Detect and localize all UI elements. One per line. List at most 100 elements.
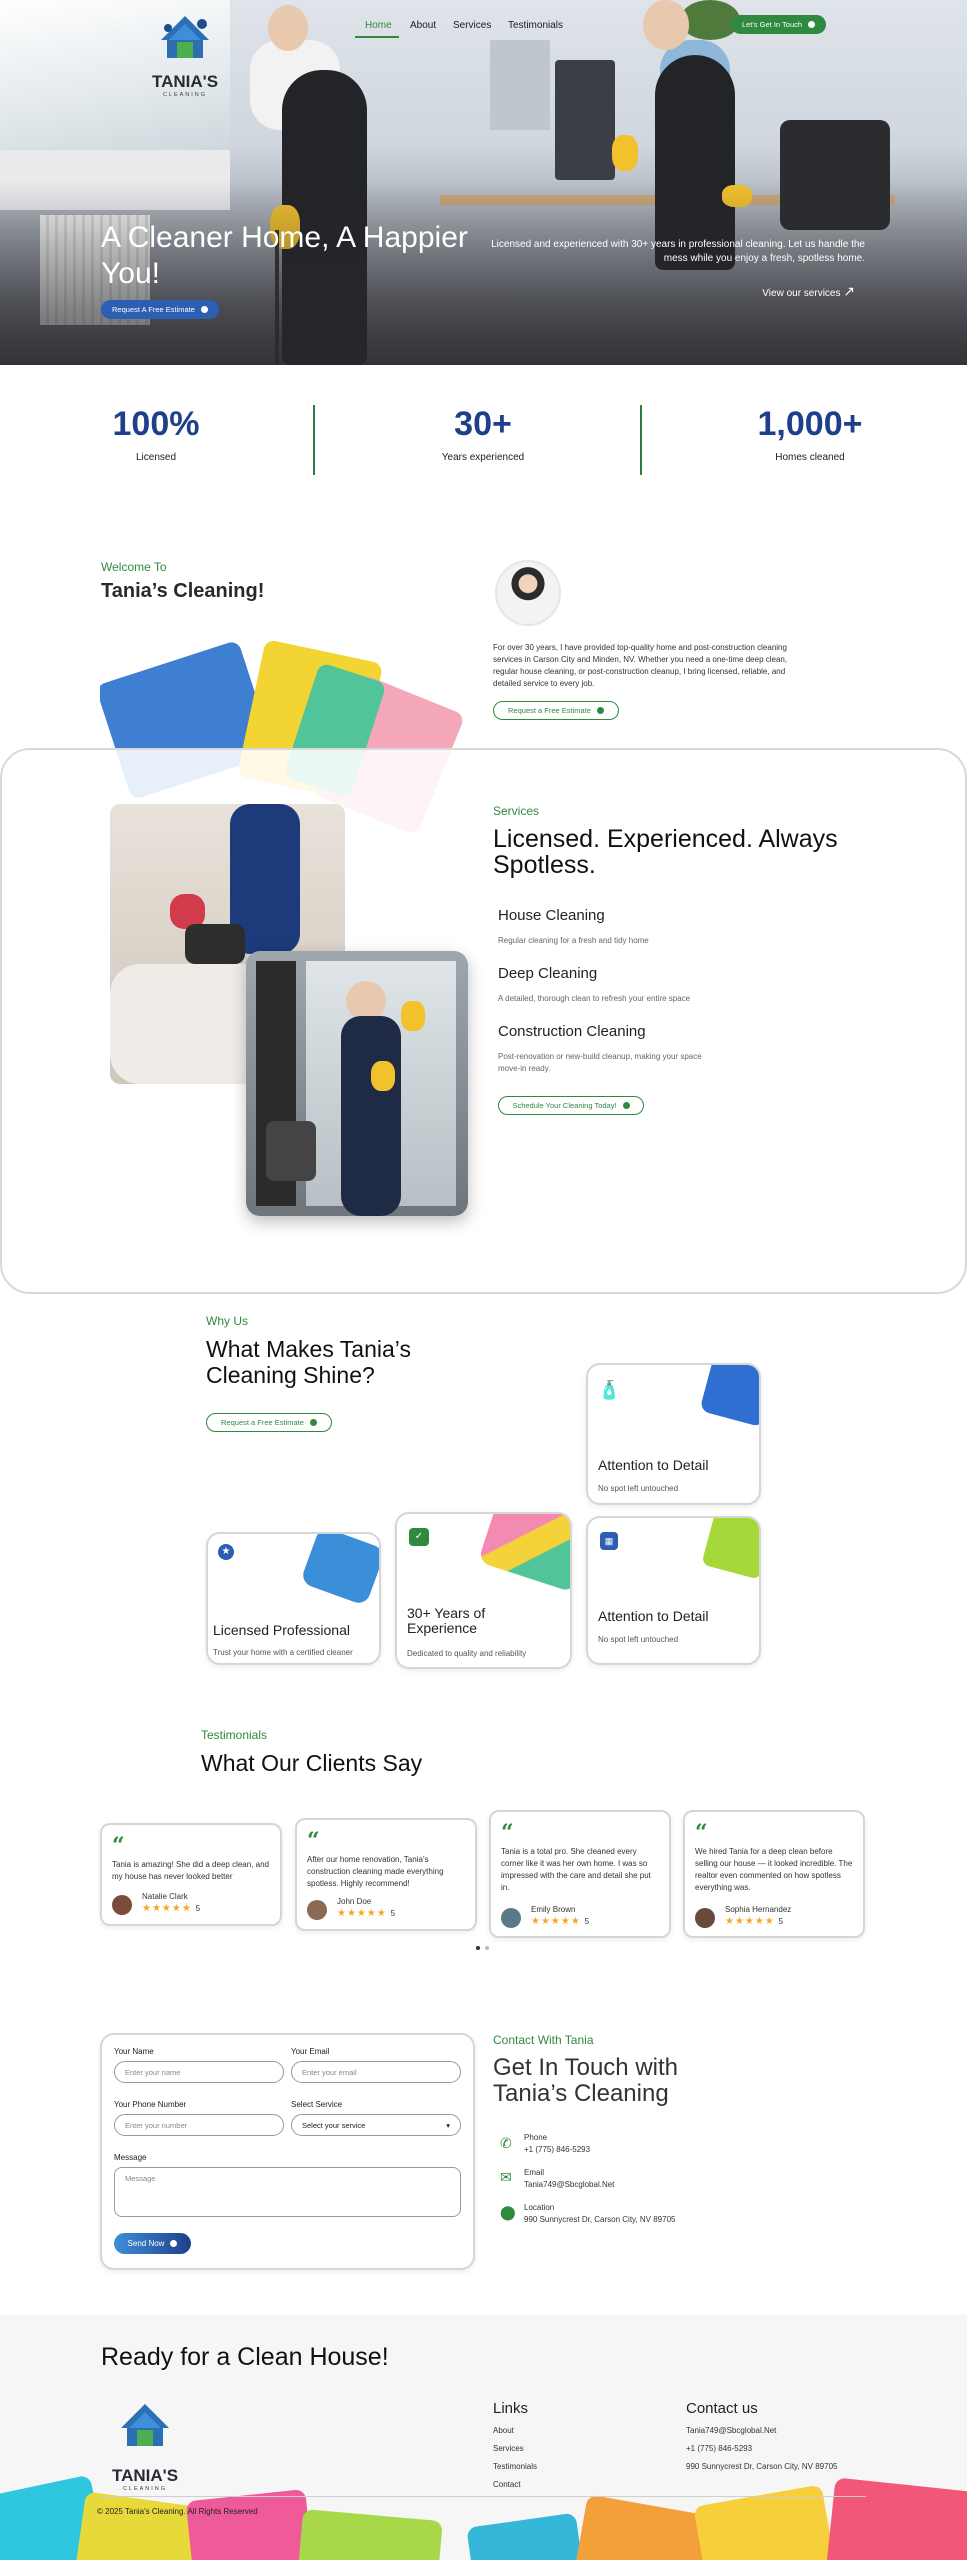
testimonial-text: Tania is amazing! She did a deep clean, … [112, 1860, 269, 1881]
feature-card: ✓ 30+ Years of Experience Dedicated to q… [395, 1512, 572, 1669]
stat-label-homes: Homes cleaned [775, 452, 845, 463]
feature-card: 🧴 Attention to Detail No spot left untou… [586, 1363, 761, 1505]
get-in-touch-button[interactable]: Let's Get In Touch [731, 15, 826, 34]
phone-input[interactable]: Enter your number [114, 2114, 284, 2136]
footer-brand-name: TANIA'S [111, 2466, 179, 2485]
nav-about[interactable]: About [410, 20, 436, 31]
rating-value: 5 [195, 1904, 202, 1913]
nav-home[interactable]: Home [365, 20, 392, 31]
service-title-deep: Deep Cleaning [498, 965, 598, 982]
nav-services[interactable]: Services [453, 20, 491, 31]
email-value[interactable]: Tania749@Sbcglobal.Net [524, 2179, 614, 2191]
feature-desc: Dedicated to quality and reliability [407, 1649, 527, 1658]
contact-form: Your Name Enter your name Your Email Ent… [100, 2033, 475, 2270]
footer-logo[interactable] [115, 2400, 175, 2460]
rating-value: 5 [390, 1909, 397, 1918]
hero-section: TANIA'S CLEANING Home About Services Tes… [0, 0, 967, 365]
cloth-image [299, 1534, 379, 1607]
avatar [695, 1908, 715, 1928]
service-title-construction: Construction Cleaning [498, 1023, 646, 1040]
send-now-label: Send Now [127, 2239, 165, 2248]
star-rating: ★★★★★ 5 [725, 1916, 785, 1927]
star-rating: ★★★★★ 5 [142, 1903, 202, 1914]
footer-contact-title: Contact us [686, 2400, 758, 2417]
service-desc-deep: A detailed, thorough clean to refresh yo… [498, 994, 691, 1003]
services-eyebrow: Services [493, 804, 540, 818]
footer-divider [100, 2496, 866, 2497]
nav-testimonials[interactable]: Testimonials [508, 20, 563, 31]
name-label: Your Name [114, 2047, 154, 2056]
view-services-link[interactable]: View our services ↗ [700, 283, 855, 300]
star-rating: ★★★★★ 5 [337, 1908, 397, 1919]
testimonial-name: Emily Brown [531, 1905, 576, 1914]
footer-links-title: Links [493, 2400, 529, 2417]
service-select[interactable]: Select your service ▾ [291, 2114, 461, 2136]
get-in-touch-label: Let's Get In Touch [741, 20, 803, 29]
quote-icon: “ [501, 1820, 514, 1846]
service-title-house: House Cleaning [498, 907, 605, 924]
name-input[interactable]: Enter your name [114, 2061, 284, 2083]
message-label: Message [114, 2153, 147, 2162]
footer-link-testimonials[interactable]: Testimonials [493, 2461, 537, 2473]
arrow-dot-icon [200, 306, 208, 313]
arrow-up-right-icon: ↗ [843, 283, 855, 299]
email-heading: Email [524, 2168, 545, 2177]
brand-sub: CLEANING [162, 92, 208, 98]
testimonials-title: What Our Clients Say [201, 1750, 423, 1776]
message-textarea[interactable]: Message [114, 2167, 461, 2217]
footer-link-services[interactable]: Services [493, 2443, 524, 2455]
testimonial-text: After our home renovation, Tania’s const… [307, 1855, 444, 1888]
contact-title: Get In Touch with Tania’s Cleaning [493, 2054, 678, 2107]
footer-email[interactable]: Tania749@Sbcglobal.Net [686, 2425, 776, 2437]
testimonial-text: Tania is a total pro. She cleaned every … [501, 1847, 651, 1892]
testimonial-card: “ After our home renovation, Tania’s con… [295, 1818, 477, 1931]
chevron-down-icon: ▾ [446, 2120, 450, 2130]
phone-label: Your Phone Number [114, 2100, 187, 2109]
badge-icon: ★ [218, 1544, 234, 1560]
rating-value: 5 [778, 1917, 785, 1926]
email-icon: ✉ [500, 2169, 512, 2185]
location-value: 990 Sunnycrest Dr, Carson City, NV 89705 [524, 2215, 676, 2224]
avatar [307, 1900, 327, 1920]
hero-title: A Cleaner Home, A Happier You! [101, 221, 468, 290]
rating-value: 5 [584, 1917, 591, 1926]
why-estimate-label: Request a Free Estimate [221, 1418, 304, 1427]
calendar-icon: ▦ [600, 1532, 618, 1550]
hero-estimate-button[interactable]: Request A Free Estimate [101, 300, 219, 319]
quote-icon: “ [307, 1828, 320, 1854]
stat-divider [313, 405, 315, 475]
email-input[interactable]: Enter your email [291, 2061, 461, 2083]
email-label: Your Email [291, 2047, 330, 2056]
why-estimate-button[interactable]: Request a Free Estimate [206, 1413, 332, 1432]
welcome-eyebrow: Welcome To [101, 560, 167, 574]
schedule-cleaning-button[interactable]: Schedule Your Cleaning Today! [498, 1096, 644, 1115]
footer-link-contact[interactable]: Contact [493, 2479, 521, 2491]
stat-number-licensed: 100% [112, 405, 200, 443]
feature-desc: No spot left untouched [598, 1484, 679, 1493]
experience-icon: ✓ [409, 1528, 429, 1546]
window-cleaning-image [246, 951, 468, 1216]
footer-link-about[interactable]: About [493, 2425, 514, 2437]
stats-section: 100% Licensed 30+ Years experienced 1,00… [0, 365, 967, 515]
welcome-title: Tania’s Cleaning! [101, 580, 265, 602]
testimonial-text: We hired Tania for a deep clean before s… [695, 1847, 853, 1892]
arrow-dot-icon [622, 1102, 630, 1109]
feature-title: Attention to Detail [598, 1457, 709, 1473]
feature-card: ▦ Attention to Detail No spot left untou… [586, 1516, 761, 1665]
arrow-dot-icon [808, 21, 816, 28]
phone-value[interactable]: +1 (775) 846-5293 [524, 2144, 590, 2156]
quote-icon: “ [695, 1820, 708, 1846]
cloth-image [701, 1518, 759, 1580]
copyright: © 2025 Tania's Cleaning. All Rights Rese… [97, 2507, 258, 2516]
welcome-estimate-button[interactable]: Request a Free Estimate [493, 701, 619, 720]
why-title: What Makes Tania’s Cleaning Shine? [206, 1336, 411, 1388]
send-now-button[interactable]: Send Now [114, 2233, 191, 2254]
logo[interactable] [155, 14, 215, 74]
welcome-body: For over 30 years, I have provided top-q… [493, 643, 788, 688]
carousel-dot-active[interactable] [476, 1946, 480, 1950]
footer-phone[interactable]: +1 (775) 846-5293 [686, 2443, 752, 2455]
cloth-image [699, 1365, 759, 1428]
stat-label-years: Years experienced [441, 452, 525, 463]
hero-blurb: Licensed and experienced with 30+ years … [491, 239, 865, 264]
carousel-dot[interactable] [485, 1946, 489, 1950]
